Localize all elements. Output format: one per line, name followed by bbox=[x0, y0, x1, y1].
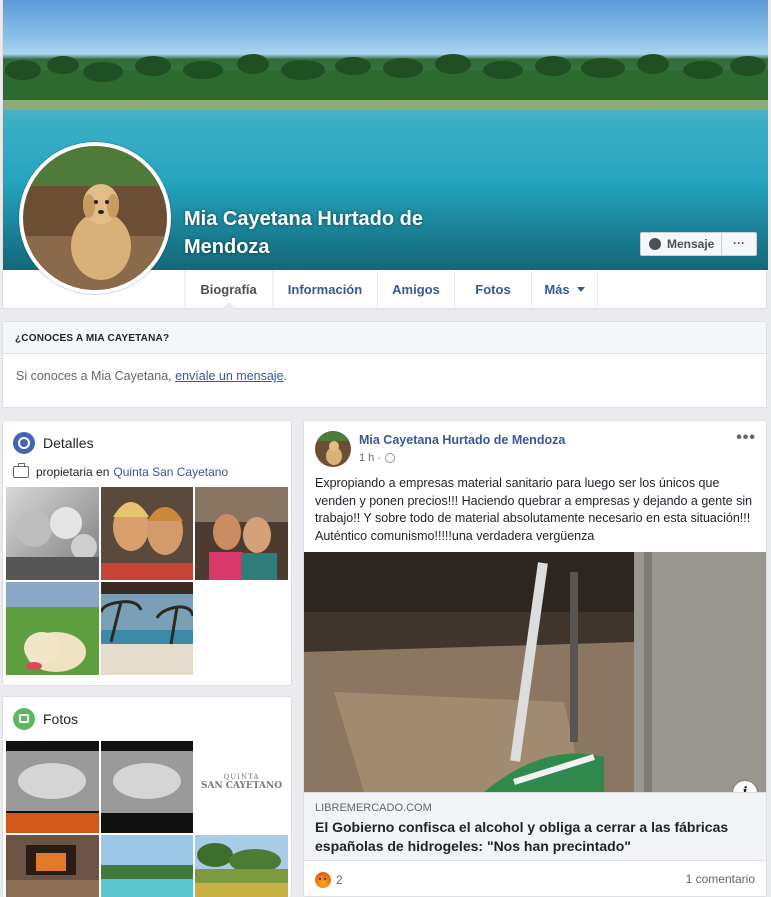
tab-informacion[interactable]: Información bbox=[272, 270, 377, 309]
post-text: Expropiando a empresas material sanitari… bbox=[315, 476, 753, 543]
public-globe-icon bbox=[385, 453, 396, 463]
featured-photo-2[interactable] bbox=[101, 487, 193, 580]
know-person-card: ¿CONOCES A MIA CAYETANA? Si conoces a Mi… bbox=[2, 321, 767, 408]
photos-card: Fotos QUINTA SAN CAYETANO bbox=[2, 696, 292, 897]
profile-header: Mia Cayetana Hurtado de Mendoza Mensaje … bbox=[2, 0, 768, 309]
photo-1[interactable] bbox=[6, 741, 99, 833]
photos-icon bbox=[13, 708, 35, 730]
palm-trees-image bbox=[3, 54, 768, 110]
post-options-button[interactable]: ••• bbox=[736, 429, 756, 447]
angry-reaction-icon bbox=[315, 872, 331, 888]
photo-6[interactable] bbox=[195, 835, 288, 897]
photos-title: Fotos bbox=[43, 711, 79, 727]
chevron-down-icon bbox=[576, 287, 585, 292]
details-title: Detalles bbox=[43, 435, 94, 451]
featured-photo-1[interactable] bbox=[6, 487, 99, 580]
tab-amigos[interactable]: Amigos bbox=[377, 270, 454, 309]
workplace-link[interactable]: Quinta San Cayetano bbox=[113, 465, 228, 479]
featured-photo-3[interactable] bbox=[195, 487, 288, 580]
globe-icon bbox=[13, 432, 35, 454]
photo-2[interactable] bbox=[101, 741, 193, 833]
link-preview-footer[interactable]: LIBREMERCADO.COM El Gobierno confisca el… bbox=[304, 792, 766, 861]
details-card: Detalles propietaria en Quinta San Cayet… bbox=[2, 420, 292, 686]
post-timestamp[interactable]: 1 h · bbox=[359, 452, 396, 464]
link-domain: LIBREMERCADO.COM bbox=[315, 802, 432, 814]
work-row: propietaria en Quinta San Cayetano bbox=[3, 463, 291, 487]
photo-4[interactable] bbox=[6, 835, 99, 897]
message-button[interactable]: Mensaje bbox=[640, 232, 722, 256]
photo-3-logo[interactable]: QUINTA SAN CAYETANO bbox=[195, 741, 288, 833]
tab-mas[interactable]: Más bbox=[531, 270, 598, 309]
featured-photo-5[interactable] bbox=[101, 582, 193, 675]
link-preview-image[interactable]: i bbox=[304, 552, 766, 792]
tab-fotos[interactable]: Fotos bbox=[454, 270, 531, 309]
briefcase-icon bbox=[13, 463, 29, 478]
messenger-icon bbox=[649, 238, 661, 250]
photo-5[interactable] bbox=[101, 835, 193, 897]
send-message-link[interactable]: envíale un mensaje bbox=[175, 369, 283, 383]
post-card: Mia Cayetana Hurtado de Mendoza 1 h · ••… bbox=[303, 420, 767, 897]
dog-avatar-image bbox=[23, 146, 167, 290]
profile-name[interactable]: Mia Cayetana Hurtado de Mendoza bbox=[184, 205, 484, 261]
know-person-heading: ¿CONOCES A MIA CAYETANA? bbox=[3, 322, 766, 354]
profile-picture[interactable] bbox=[19, 142, 171, 294]
know-person-text: Si conoces a Mia Cayetana, envíale un me… bbox=[16, 369, 288, 383]
comments-count-link[interactable]: 1 comentario bbox=[686, 872, 755, 886]
tab-biografia[interactable]: Biografía bbox=[184, 270, 272, 309]
reactions-summary[interactable]: 2 bbox=[315, 872, 343, 888]
post-author-name[interactable]: Mia Cayetana Hurtado de Mendoza bbox=[359, 433, 565, 447]
post-author-avatar[interactable] bbox=[315, 431, 351, 467]
link-title[interactable]: El Gobierno confisca el alcohol y obliga… bbox=[315, 818, 745, 855]
reaction-count: 2 bbox=[336, 873, 343, 887]
more-options-button[interactable]: ··· bbox=[721, 232, 757, 256]
profile-tabs: Biografía Información Amigos Fotos Más bbox=[184, 270, 598, 309]
featured-photo-4[interactable] bbox=[6, 582, 99, 675]
message-button-label: Mensaje bbox=[667, 237, 715, 251]
